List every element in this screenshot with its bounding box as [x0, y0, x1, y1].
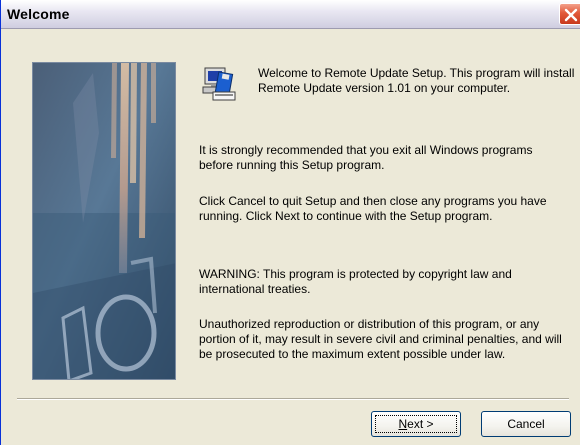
welcome-message: Welcome to Remote Update Setup. This pro… — [258, 66, 575, 95]
copyright-warning: WARNING: This program is protected by co… — [199, 267, 512, 296]
instructions-text: Click Cancel to quit Setup and then clos… — [199, 194, 547, 223]
legal-notice: Unauthorized reproduction or distributio… — [199, 317, 562, 361]
window-title: Welcome — [7, 6, 70, 22]
separator-line — [17, 398, 569, 400]
recommendation-text: It is strongly recommended that you exit… — [199, 143, 533, 172]
setup-banner-image — [32, 62, 176, 380]
setup-computer-icon — [199, 64, 239, 104]
next-button-label: Next > — [398, 417, 434, 431]
setup-dialog: Welcome Welcome to Remote Update Setup. … — [0, 0, 580, 445]
title-bar[interactable]: Welcome — [1, 0, 580, 29]
close-icon — [564, 8, 578, 22]
cancel-button[interactable]: Cancel — [481, 411, 571, 437]
next-button[interactable]: Next > — [371, 411, 461, 437]
banner-artwork — [33, 63, 175, 379]
close-button[interactable] — [559, 3, 580, 25]
